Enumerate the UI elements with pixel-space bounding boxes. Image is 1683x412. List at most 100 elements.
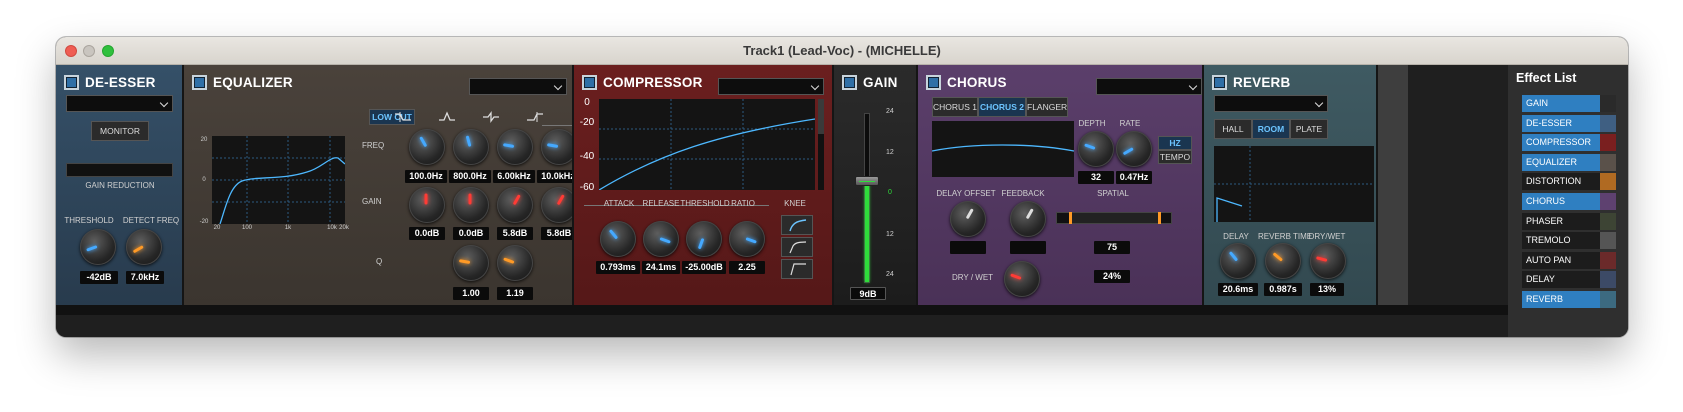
band2-q-knob[interactable] <box>453 245 489 281</box>
spatial-range-slider[interactable] <box>1056 212 1172 224</box>
feedback-knob[interactable] <box>1010 201 1046 237</box>
reverb-enable-toggle[interactable] <box>1212 74 1227 90</box>
band3-gain-knob[interactable] <box>497 187 533 223</box>
delay-offset-knob[interactable] <box>950 201 986 237</box>
rate-knob[interactable] <box>1116 131 1152 167</box>
band1-freq-knob[interactable] <box>409 129 445 165</box>
eq-curve <box>212 136 346 225</box>
effect-list-item[interactable]: COMPRESSOR <box>1522 134 1616 152</box>
threshold-knob[interactable] <box>80 229 116 265</box>
comp-threshold-value: -25.00dB <box>682 261 726 274</box>
ratio-value: 2.25 <box>729 261 765 274</box>
release-knob[interactable] <box>643 221 679 257</box>
effect-list-item[interactable]: AUTO PAN <box>1522 251 1616 269</box>
band4-gain-value: 5.8dB <box>541 227 572 240</box>
effect-color-swatch <box>1600 173 1616 191</box>
q-row-label: Q <box>376 257 383 266</box>
reverb-type-plate[interactable]: PLATE <box>1290 119 1328 139</box>
reverb-delay-value: 20.6ms <box>1218 283 1258 296</box>
effect-list-item[interactable]: DELAY <box>1522 271 1616 289</box>
band2-gain-knob[interactable] <box>453 187 489 223</box>
band3-q-knob[interactable] <box>497 245 533 281</box>
rate-value: 0.47Hz <box>1116 171 1152 184</box>
effect-color-swatch <box>1600 153 1616 171</box>
comp-preset-dropdown[interactable] <box>718 78 824 95</box>
reverb-time-label: REVERB TIME <box>1258 232 1313 241</box>
ratio-knob[interactable] <box>729 221 765 257</box>
tab-flanger[interactable]: FLANGER <box>1026 97 1068 117</box>
eq-enable-toggle[interactable] <box>192 74 207 90</box>
rack-spacer <box>1378 65 1408 305</box>
knee-hard-button[interactable] <box>781 259 813 279</box>
gain-enable-toggle[interactable] <box>842 74 857 90</box>
tab-chorus-2[interactable]: CHORUS 2 <box>978 97 1026 117</box>
rate-tempo-button[interactable]: TEMPO <box>1158 150 1192 164</box>
reverb-dry-wet-label: DRY/WET <box>1308 232 1346 241</box>
effect-list-item[interactable]: PHASER <box>1522 212 1616 230</box>
rate-label: RATE <box>1119 119 1141 128</box>
reverb-dry-wet-value: 13% <box>1310 283 1344 296</box>
band3-freq-knob[interactable] <box>497 129 533 165</box>
band4-gain-knob[interactable] <box>541 187 572 223</box>
chorus-lfo-curve <box>931 144 1075 152</box>
band2-freq-knob[interactable] <box>453 129 489 165</box>
eq-title: EQUALIZER <box>213 74 293 90</box>
deesser-enable-toggle[interactable] <box>64 74 79 90</box>
low-shelf-icon <box>395 112 411 122</box>
peak-filter-icon <box>439 111 455 121</box>
effect-color-swatch <box>1600 271 1616 289</box>
reverb-preset-dropdown[interactable] <box>1214 95 1328 112</box>
effect-list-item[interactable]: DE-ESSER <box>1522 114 1616 132</box>
attack-knob[interactable] <box>600 221 636 257</box>
comp-threshold-knob[interactable] <box>686 221 722 257</box>
effect-list-item[interactable]: GAIN <box>1522 95 1616 112</box>
reverb-dry-wet-knob[interactable] <box>1310 243 1346 279</box>
monitor-button[interactable]: MONITOR <box>91 121 149 141</box>
reverb-type-hall[interactable]: HALL <box>1214 119 1252 139</box>
knee-medium-button[interactable] <box>781 237 813 257</box>
band4-freq-value: 10.0kHz <box>537 170 572 183</box>
band1-gain-knob[interactable] <box>409 187 445 223</box>
rate-hz-button[interactable]: HZ <box>1158 136 1192 150</box>
chorus-dry-wet-knob[interactable] <box>1004 261 1040 297</box>
depth-knob[interactable] <box>1078 131 1114 167</box>
effect-name: COMPRESSOR <box>1522 134 1600 152</box>
chorus-enable-toggle[interactable] <box>926 74 941 90</box>
dry-wet-label: DRY / WET <box>952 273 994 282</box>
eq-curve-graph <box>212 136 346 225</box>
delay-offset-label: DELAY OFFSET <box>936 189 996 198</box>
effect-name: PHASER <box>1522 212 1600 230</box>
spatial-value: 75 <box>1094 241 1130 254</box>
eq-preset-dropdown[interactable] <box>469 78 567 95</box>
effect-name: DE-ESSER <box>1522 114 1600 132</box>
gain-fader-handle[interactable] <box>855 176 879 186</box>
effect-color-swatch <box>1600 193 1616 210</box>
gain-fader-track[interactable] <box>864 113 870 283</box>
effect-list-item[interactable]: DISTORTION <box>1522 173 1616 191</box>
effect-list-item[interactable]: EQUALIZER <box>1522 153 1616 171</box>
band4-freq-knob[interactable] <box>541 129 572 165</box>
gain-level-fill <box>865 181 869 282</box>
knee-soft-button[interactable] <box>781 215 813 235</box>
effect-list-item[interactable]: REVERB <box>1522 291 1616 308</box>
comp-enable-toggle[interactable] <box>582 74 597 90</box>
comp-y-label-0: 0 <box>584 97 590 108</box>
eq-bracket-top <box>542 125 572 126</box>
band1-freq-value: 100.0Hz <box>405 170 447 183</box>
reverb-delay-knob[interactable] <box>1220 243 1256 279</box>
effect-list-item[interactable]: TREMOLO <box>1522 232 1616 250</box>
chorus-preset-dropdown[interactable] <box>1096 78 1202 95</box>
effect-name: AUTO PAN <box>1522 251 1600 269</box>
deesser-preset-dropdown[interactable] <box>66 95 173 112</box>
deesser-panel: DE-ESSER MONITOR GAIN REDUCTION THRESHOL… <box>56 65 184 305</box>
comp-gr-meter <box>818 99 824 190</box>
reverb-type-room[interactable]: ROOM <box>1252 119 1290 139</box>
detect-freq-knob[interactable] <box>126 229 162 265</box>
effect-list-item[interactable]: CHORUS <box>1522 193 1616 210</box>
tab-chorus-1[interactable]: CHORUS 1 <box>932 97 978 117</box>
depth-label: DEPTH <box>1078 119 1106 128</box>
band3-q-value: 1.19 <box>497 287 533 300</box>
reverb-decay-graph <box>1214 146 1374 222</box>
reverb-time-knob[interactable] <box>1265 243 1301 279</box>
threshold-label: THRESHOLD <box>64 216 114 225</box>
